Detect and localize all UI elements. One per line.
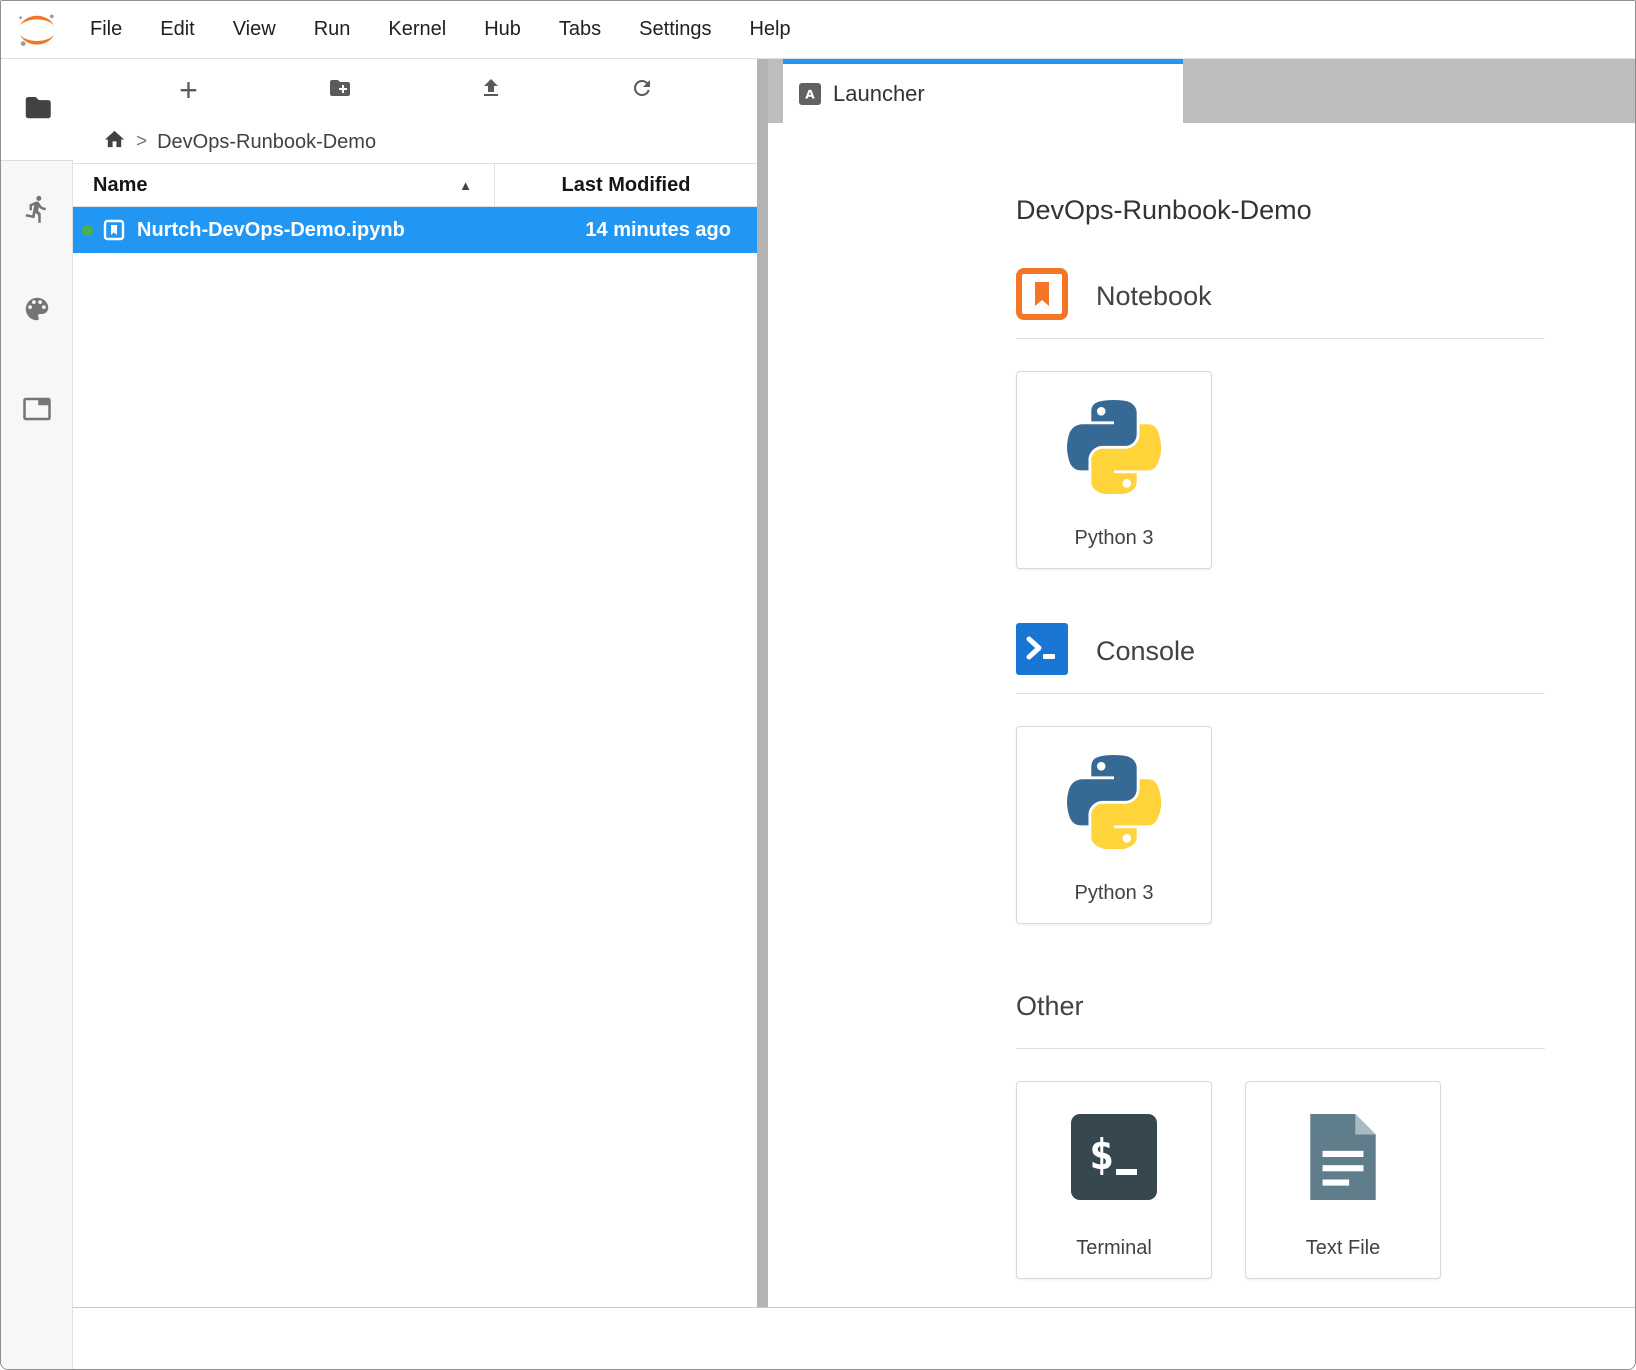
svg-text:$: $ <box>1089 1130 1114 1179</box>
file-row-notebook[interactable]: Nurtch-DevOps-Demo.ipynb 14 minutes ago <box>73 207 757 253</box>
section-notebook-header: Notebook <box>1016 270 1545 322</box>
notebook-cards: Python 3 <box>1016 371 1545 569</box>
dock-main: + <box>73 59 1635 1307</box>
card-label: Python 3 <box>1017 527 1211 568</box>
launcher-panel: DevOps-Runbook-Demo Notebook <box>768 123 1635 1307</box>
breadcrumb-separator: > <box>136 131 147 153</box>
new-folder-icon <box>328 76 352 105</box>
console-cards: Python 3 <box>1016 726 1545 924</box>
section-divider <box>1016 693 1545 694</box>
kernel-running-indicator <box>82 225 93 236</box>
column-header-last-modified[interactable]: Last Modified <box>494 164 757 206</box>
sidebar-tab-command-palette[interactable] <box>1 261 73 361</box>
tabs-icon <box>22 394 52 429</box>
terminal-icon: $ <box>1071 1114 1157 1205</box>
menu-run[interactable]: Run <box>295 1 370 58</box>
section-divider <box>1016 1048 1545 1049</box>
menu-hub[interactable]: Hub <box>465 1 540 58</box>
sidebar-tab-file-browser[interactable] <box>1 59 73 161</box>
new-launcher-button[interactable]: + <box>166 70 212 110</box>
console-icon <box>1016 623 1068 680</box>
main-dock-area: Launcher DevOps-Runbook-Demo <box>768 59 1635 1307</box>
card-label: Text File <box>1246 1237 1440 1278</box>
notebook-file-icon <box>102 218 126 242</box>
file-name: Nurtch-DevOps-Demo.ipynb <box>137 219 405 242</box>
tab-launcher[interactable]: Launcher <box>783 59 1183 123</box>
launcher-cwd-title: DevOps-Runbook-Demo <box>1016 195 1545 226</box>
menu-help[interactable]: Help <box>730 1 809 58</box>
menu-file[interactable]: File <box>71 1 141 58</box>
left-activity-sidebar <box>1 59 73 1369</box>
sidebar-tab-open-tabs[interactable] <box>1 361 73 461</box>
python-icon <box>1067 755 1161 854</box>
file-listing-header: Name ▲ Last Modified <box>73 163 757 207</box>
upload-icon <box>479 76 503 105</box>
sort-ascending-icon: ▲ <box>459 178 472 193</box>
panel-splitter[interactable] <box>757 59 768 1307</box>
menu-kernel[interactable]: Kernel <box>369 1 465 58</box>
file-last-modified: 14 minutes ago <box>585 219 757 242</box>
menubar: File Edit View Run Kernel Hub Tabs Setti… <box>1 1 1635 59</box>
jupyter-logo-icon <box>15 8 59 52</box>
launcher-tab-icon <box>799 83 821 105</box>
breadcrumb-folder[interactable]: DevOps-Runbook-Demo <box>157 131 376 154</box>
other-cards: $ Terminal <box>1016 1081 1545 1279</box>
card-label: Terminal <box>1017 1237 1211 1278</box>
notebook-icon <box>1016 268 1068 325</box>
refresh-icon <box>630 76 654 105</box>
upload-button[interactable] <box>468 70 514 110</box>
launcher-card-terminal[interactable]: $ Terminal <box>1016 1081 1212 1279</box>
breadcrumb: > DevOps-Runbook-Demo <box>73 121 757 163</box>
last-modified-column-label: Last Modified <box>562 174 691 197</box>
plus-icon: + <box>179 74 198 106</box>
main-tab-bar: Launcher <box>768 59 1635 123</box>
menu-edit[interactable]: Edit <box>141 1 213 58</box>
palette-icon <box>22 294 52 329</box>
python-icon <box>1067 400 1161 499</box>
section-notebook-label: Notebook <box>1096 281 1212 312</box>
refresh-button[interactable] <box>619 70 665 110</box>
column-header-name[interactable]: Name ▲ <box>73 164 494 206</box>
name-column-label: Name <box>93 174 147 197</box>
folder-icon <box>22 92 52 127</box>
home-icon[interactable] <box>103 128 126 157</box>
sidebar-tab-running-sessions[interactable] <box>1 161 73 261</box>
launcher-card-console-python3[interactable]: Python 3 <box>1016 726 1212 924</box>
launcher-tab-label: Launcher <box>833 81 925 107</box>
app-body: + <box>1 59 1635 1369</box>
menu-view[interactable]: View <box>214 1 295 58</box>
dock-bottom-strip <box>73 1307 1635 1369</box>
launcher-card-notebook-python3[interactable]: Python 3 <box>1016 371 1212 569</box>
jupyterlab-window: File Edit View Run Kernel Hub Tabs Setti… <box>0 0 1636 1370</box>
section-divider <box>1016 338 1545 339</box>
dock-panel: + <box>73 59 1635 1369</box>
launcher-card-text-file[interactable]: Text File <box>1245 1081 1441 1279</box>
running-person-icon <box>22 194 52 229</box>
section-other-header: Other <box>1016 980 1545 1032</box>
text-file-icon <box>1306 1112 1380 1207</box>
file-browser-toolbar: + <box>73 59 757 121</box>
section-console-header: Console <box>1016 625 1545 677</box>
new-folder-button[interactable] <box>317 70 363 110</box>
card-label: Python 3 <box>1017 882 1211 923</box>
section-other-label: Other <box>1016 991 1084 1022</box>
menu-settings[interactable]: Settings <box>620 1 730 58</box>
file-browser-panel: + <box>73 59 757 1307</box>
section-console-label: Console <box>1096 636 1195 667</box>
menu-tabs[interactable]: Tabs <box>540 1 620 58</box>
